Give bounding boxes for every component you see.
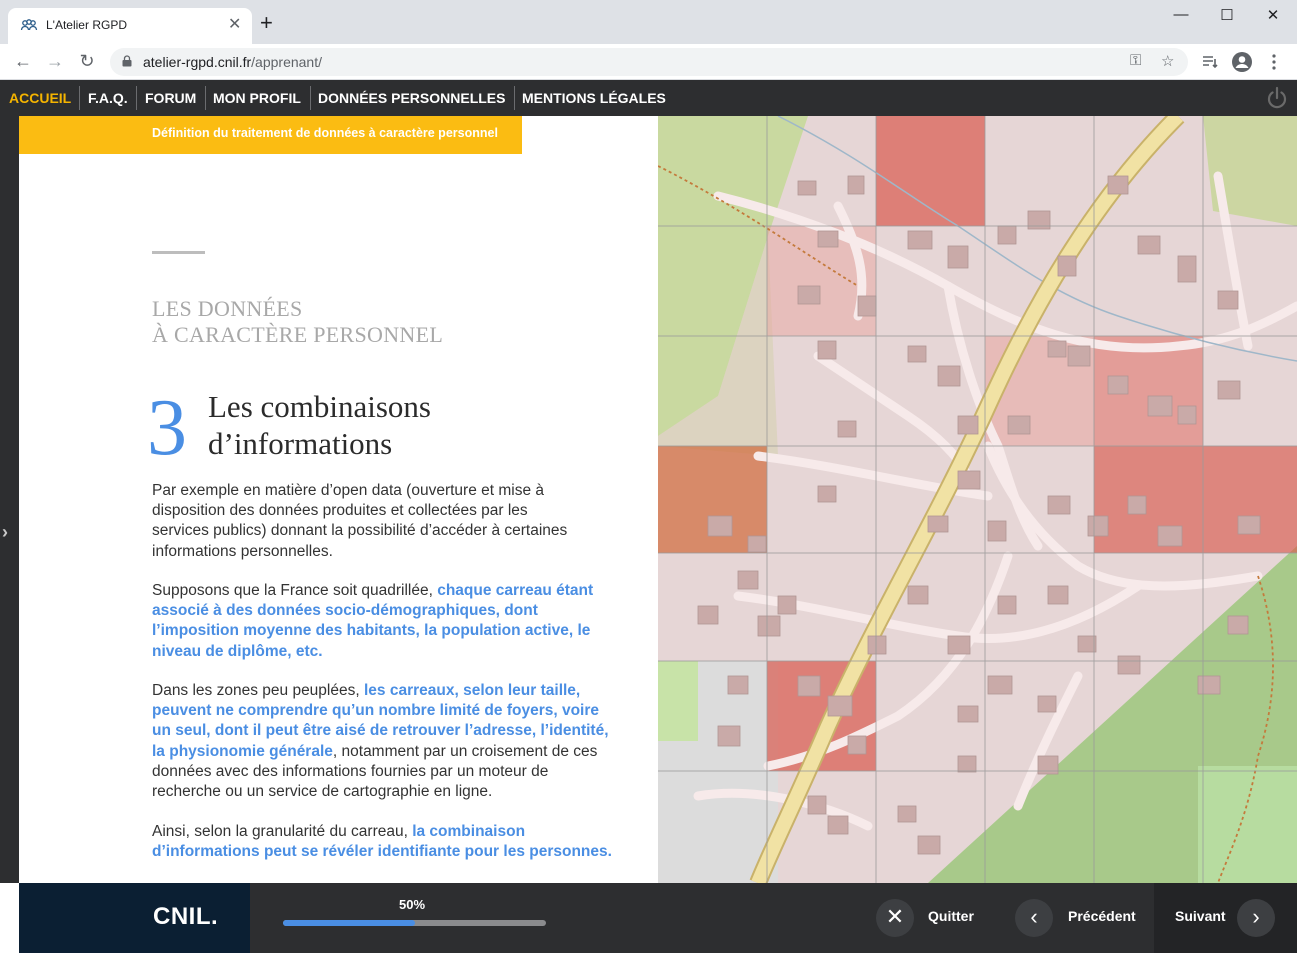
- banner-text: Définition du traitement de données à ca…: [152, 126, 498, 140]
- lesson-panel: Définition du traitement de données à ca…: [19, 116, 658, 883]
- nav-mentions-legales[interactable]: MENTIONS LÉGALES: [522, 80, 666, 116]
- overline-line-1: LES DONNÉES: [152, 296, 303, 321]
- browser-tab[interactable]: L'Atelier RGPD ✕: [8, 8, 252, 44]
- chevron-right-icon[interactable]: ›: [2, 522, 8, 543]
- nav-divider: [514, 86, 515, 110]
- nav-mon-profil[interactable]: MON PROFIL: [213, 80, 301, 116]
- nav-divider: [136, 86, 137, 110]
- chevron-right-icon[interactable]: ›: [1237, 899, 1275, 937]
- section-title: Les combinaisons d’informations: [208, 388, 431, 462]
- playlist-icon[interactable]: [1201, 53, 1219, 71]
- previous-button[interactable]: Précédent: [1068, 908, 1136, 924]
- progress-label: 50%: [399, 897, 426, 912]
- nav-divider: [79, 86, 80, 110]
- progress-bar: [283, 920, 546, 926]
- chapter-overline: LES DONNÉES À CARACTÈRE PERSONNEL: [152, 296, 443, 348]
- account-circle-icon[interactable]: [1231, 51, 1253, 73]
- url-host: atelier-rgpd.cnil.fr: [143, 54, 252, 70]
- title-line-1: Les combinaisons: [208, 389, 431, 424]
- section-banner: Définition du traitement de données à ca…: [19, 116, 522, 154]
- main-nav: ACCUEIL F.A.Q. FORUM MON PROFIL DONNÉES …: [0, 80, 1297, 116]
- progress-fill: [283, 920, 415, 926]
- next-button[interactable]: Suivant: [1175, 908, 1226, 924]
- chevron-left-icon[interactable]: ‹: [1015, 899, 1053, 937]
- minimize-icon[interactable]: —: [1166, 6, 1196, 23]
- quit-button[interactable]: Quitter: [928, 908, 974, 924]
- cnil-logo: CNIL.: [19, 883, 250, 953]
- more-vert-icon[interactable]: [1268, 53, 1280, 71]
- tab-title: L'Atelier RGPD: [46, 18, 127, 32]
- paragraph-4-text: Ainsi, selon la granularité du carreau,: [152, 823, 413, 840]
- title-line-2: d’informations: [208, 426, 393, 461]
- address-bar[interactable]: atelier-rgpd.cnil.fr/apprenant/ ⚿ ☆: [110, 48, 1188, 76]
- nav-faq[interactable]: F.A.Q.: [88, 80, 128, 116]
- url-text: atelier-rgpd.cnil.fr/apprenant/: [143, 54, 322, 70]
- decorative-rule: [152, 251, 205, 254]
- browser-toolbar: ← → ↻ atelier-rgpd.cnil.fr/apprenant/ ⚿ …: [0, 44, 1297, 80]
- grid-map-illustration: [658, 116, 1297, 883]
- nav-divider: [310, 86, 311, 110]
- url-path: /apprenant/: [251, 54, 322, 70]
- nav-donnees-personnelles[interactable]: DONNÉES PERSONNELLES: [318, 80, 505, 116]
- nav-accueil[interactable]: ACCUEIL: [9, 80, 71, 116]
- window-close-icon[interactable]: ✕: [1258, 6, 1288, 24]
- browser-tab-bar: L'Atelier RGPD ✕ + — ☐ ✕: [0, 0, 1297, 44]
- arrow-left-icon[interactable]: ←: [12, 52, 34, 70]
- lock-icon: [122, 55, 132, 67]
- group-icon: [20, 19, 38, 31]
- overline-line-2: À CARACTÈRE PERSONNEL: [152, 322, 444, 347]
- reload-icon[interactable]: ↻: [76, 52, 98, 70]
- logo-text: CNIL.: [153, 903, 219, 930]
- nav-divider: [205, 86, 206, 110]
- arrow-right-icon[interactable]: →: [44, 52, 66, 70]
- star-icon[interactable]: ☆: [1161, 52, 1174, 70]
- key-icon[interactable]: ⚿: [1130, 52, 1141, 69]
- paragraph-4: Ainsi, selon la granularité du carreau, …: [152, 822, 627, 862]
- paragraph-2: Supposons que la France soit quadrillée,…: [152, 581, 617, 662]
- power-icon[interactable]: [1262, 84, 1292, 112]
- paragraph-3: Dans les zones peu peuplées, les carreau…: [152, 681, 617, 802]
- map-svg: [658, 116, 1297, 883]
- close-icon[interactable]: ✕: [876, 899, 914, 937]
- lesson-footer: CNIL. 50% ✕ Quitter ‹ Précédent Suivant …: [19, 883, 1297, 953]
- nav-forum[interactable]: FORUM: [145, 80, 196, 116]
- paragraph-3-text-a: Dans les zones peu peuplées,: [152, 682, 364, 699]
- paragraph-2-text: Supposons que la France soit quadrillée,: [152, 582, 438, 599]
- maximize-icon[interactable]: ☐: [1212, 6, 1242, 24]
- new-tab-button[interactable]: +: [260, 12, 273, 34]
- section-number: 3: [147, 384, 187, 472]
- tab-close-icon[interactable]: ✕: [228, 16, 241, 34]
- paragraph-1: Par exemple en matière d’open data (ouve…: [152, 482, 568, 560]
- side-panel-toggle[interactable]: ›: [0, 116, 19, 883]
